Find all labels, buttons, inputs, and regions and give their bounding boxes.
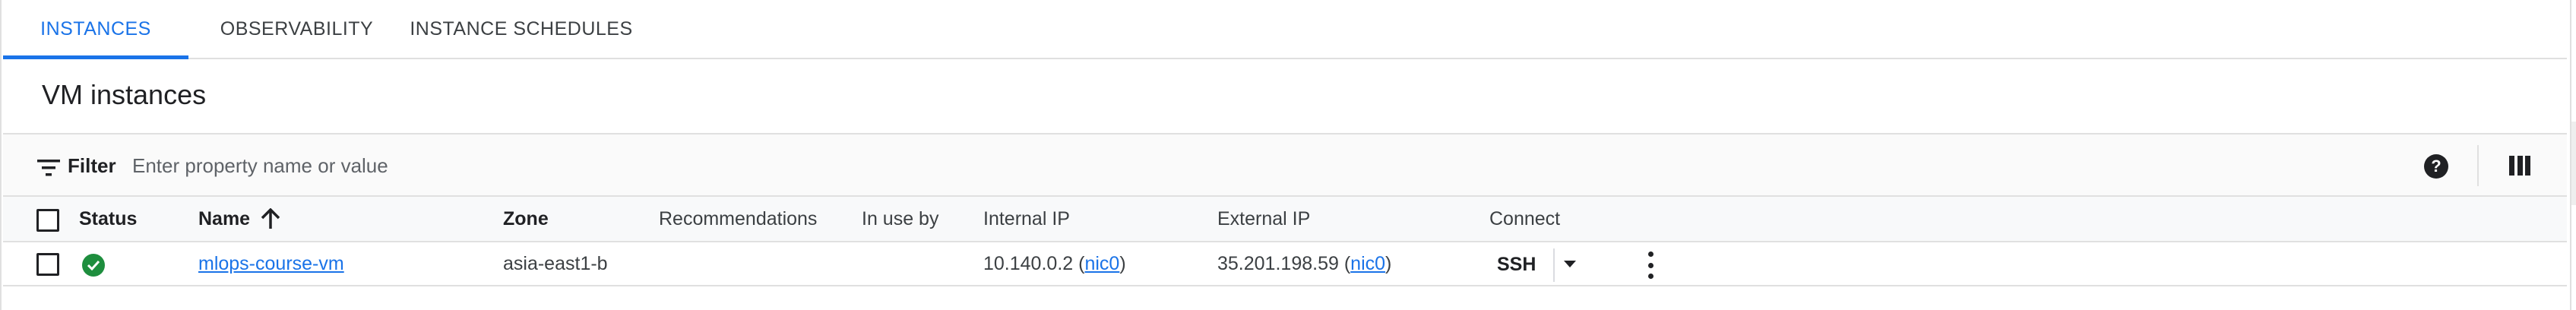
- tab-bar: INSTANCES OBSERVABILITY INSTANCE SCHEDUL…: [3, 0, 2567, 59]
- external-ip-value: 35.201.198.59: [1217, 252, 1339, 274]
- tab-instances[interactable]: INSTANCES: [3, 0, 188, 59]
- filter-label[interactable]: Filter: [68, 154, 116, 178]
- column-header-status[interactable]: Status: [79, 197, 137, 241]
- external-nic-link[interactable]: nic0: [1350, 253, 1385, 275]
- filter-icon[interactable]: [37, 160, 60, 176]
- page-title: VM instances: [42, 79, 207, 110]
- table-header: Status Name Zone Recommendations In use …: [3, 197, 2567, 242]
- table-row: mlops-course-vm asia-east1-b 10.140.0.2 …: [3, 242, 2567, 286]
- zone-value: asia-east1-b: [503, 252, 608, 274]
- column-header-in-use-by[interactable]: In use by: [862, 197, 938, 241]
- column-header-external-ip[interactable]: External IP: [1217, 197, 1310, 241]
- column-display-icon[interactable]: [2509, 156, 2530, 176]
- more-actions-icon[interactable]: [1643, 251, 1658, 279]
- filter-input[interactable]: [132, 148, 1348, 183]
- column-header-recommendations[interactable]: Recommendations: [659, 197, 817, 241]
- internal-nic-link[interactable]: nic0: [1084, 253, 1119, 275]
- column-header-internal-ip[interactable]: Internal IP: [983, 197, 1070, 241]
- column-header-connect[interactable]: Connect: [1489, 197, 1560, 241]
- internal-ip-value: 10.140.0.2: [983, 252, 1074, 274]
- column-header-name-label: Name: [198, 207, 251, 229]
- tab-observability[interactable]: OBSERVABILITY: [188, 0, 405, 58]
- filter-bar: Filter ?: [3, 134, 2567, 197]
- status-running-icon: [82, 254, 105, 277]
- column-header-name[interactable]: Name: [198, 197, 280, 241]
- help-icon[interactable]: ?: [2424, 154, 2448, 179]
- ssh-divider: [1553, 248, 1555, 282]
- toolbar-divider: [2477, 145, 2479, 186]
- row-checkbox[interactable]: [36, 253, 59, 276]
- column-header-zone[interactable]: Zone: [503, 197, 549, 241]
- sort-ascending-icon[interactable]: [261, 208, 280, 229]
- tab-instance-schedules[interactable]: INSTANCE SCHEDULES: [405, 0, 638, 58]
- instance-name[interactable]: mlops-course-vm: [198, 253, 344, 275]
- left-border: [0, 0, 2, 310]
- scrollbar[interactable]: [2571, 122, 2576, 205]
- external-ip-cell: 35.201.198.59 (nic0): [1217, 252, 1392, 275]
- ssh-button[interactable]: SSH: [1497, 242, 1536, 286]
- internal-ip-cell: 10.140.0.2 (nic0): [983, 252, 1126, 275]
- select-all-checkbox[interactable]: [36, 209, 59, 232]
- instance-name-link[interactable]: mlops-course-vm: [198, 242, 344, 285]
- ssh-dropdown-icon[interactable]: [1564, 261, 1576, 267]
